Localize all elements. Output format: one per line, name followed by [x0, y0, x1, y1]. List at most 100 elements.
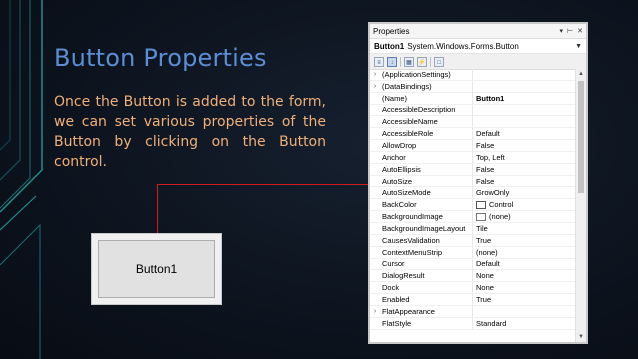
property-value[interactable]: GrowOnly	[473, 188, 576, 197]
property-row[interactable]: ContextMenuStrip (none)	[370, 246, 576, 259]
property-value-text: None	[476, 271, 494, 281]
property-value-text: GrowOnly	[476, 188, 510, 198]
toolbar-divider	[400, 56, 401, 67]
property-name: (DataBindings)	[380, 80, 473, 92]
property-value-text: Default	[476, 259, 500, 269]
property-value[interactable]: False	[473, 177, 576, 186]
slide-body-text: Once the Button is added to the form, we…	[54, 94, 326, 170]
events-icon[interactable]: ⚡	[417, 56, 427, 67]
property-value[interactable]: None	[473, 283, 576, 292]
property-value-text: Control	[489, 200, 514, 210]
property-row[interactable]: › (DataBindings)	[370, 80, 576, 93]
scrollbar[interactable]: ▲ ▼	[575, 69, 586, 342]
close-icon[interactable]: ✕	[577, 27, 583, 35]
object-selector[interactable]: Button1 System.Windows.Forms.Button ▼	[370, 39, 586, 54]
properties-title-bar: Properties ▾ ⊢ ✕	[370, 24, 586, 39]
property-grid: › (ApplicationSettings) › (DataBindings) (Na…	[370, 69, 586, 342]
property-row[interactable]: CausesValidation True	[370, 234, 576, 247]
decorative-lines	[0, 0, 43, 359]
property-row[interactable]: › FlatAppearance	[370, 305, 576, 318]
property-name: Dock	[380, 282, 473, 294]
property-value[interactable]: Default	[473, 259, 576, 268]
property-row[interactable]: (Name) Button1	[370, 92, 576, 105]
property-row[interactable]: AccessibleRole Default	[370, 128, 576, 141]
property-name: BackgroundImageLayout	[380, 222, 473, 234]
property-row[interactable]: AllowDrop False	[370, 140, 576, 152]
property-name: DialogResult	[380, 270, 473, 282]
property-value[interactable]: False	[473, 141, 576, 150]
alphabetical-icon[interactable]: ↓	[387, 56, 397, 67]
property-value[interactable]: False	[473, 165, 576, 174]
categorized-icon[interactable]: ≡	[374, 56, 384, 67]
property-value[interactable]: Tile	[473, 224, 576, 233]
property-value[interactable]: None	[473, 271, 576, 280]
property-name: AutoSizeMode	[380, 187, 473, 199]
property-name: AllowDrop	[380, 140, 473, 151]
property-value-text: Tile	[476, 223, 488, 233]
expand-arrow-icon[interactable]: ›	[370, 71, 380, 78]
toolbar-divider	[430, 56, 431, 67]
property-name: (Name)	[380, 92, 473, 104]
property-value-text: None	[476, 283, 494, 293]
expand-arrow-icon[interactable]: ›	[370, 83, 380, 90]
property-row[interactable]: BackgroundImageLayout Tile	[370, 222, 576, 235]
property-row[interactable]: Cursor Default	[370, 258, 576, 271]
properties-toolbar: ≡ ↓ ▦ ⚡ □	[370, 54, 586, 70]
property-name: Anchor	[380, 151, 473, 163]
property-row[interactable]: › (ApplicationSettings)	[370, 69, 576, 81]
scroll-thumb[interactable]	[578, 81, 584, 193]
property-row[interactable]: Dock None	[370, 282, 576, 295]
property-row[interactable]: Anchor Top, Left	[370, 151, 576, 164]
property-row[interactable]: FlatStyle Standard	[370, 317, 576, 330]
pin-icon[interactable]: ▾	[560, 27, 564, 35]
image-swatch-icon	[476, 212, 486, 221]
chevron-down-icon[interactable]: ▼	[575, 43, 582, 50]
property-value[interactable]: Control	[473, 200, 576, 209]
scroll-down-icon[interactable]: ▼	[576, 332, 586, 342]
property-value[interactable]: Top, Left	[473, 153, 576, 162]
property-value-text: Standard	[476, 318, 507, 328]
property-name: AccessibleName	[380, 116, 473, 128]
button1-control[interactable]: Button1	[98, 240, 215, 298]
property-row[interactable]: AutoEllipsis False	[370, 163, 576, 176]
property-name: AutoEllipsis	[380, 163, 473, 175]
connector-line-vertical	[157, 184, 158, 234]
scroll-up-icon[interactable]: ▲	[576, 69, 586, 79]
property-name: CausesValidation	[380, 234, 473, 246]
property-row[interactable]: AutoSizeMode GrowOnly	[370, 187, 576, 200]
property-value-text: True	[476, 294, 492, 304]
property-value-text: (none)	[476, 247, 498, 257]
property-row[interactable]: AccessibleDescription	[370, 104, 576, 117]
button-preview-form: Button1	[91, 233, 222, 305]
property-name: AutoSize	[380, 175, 473, 187]
property-name: AccessibleDescription	[380, 104, 473, 116]
property-value[interactable]: Button1	[473, 94, 576, 103]
properties-window: Properties ▾ ⊢ ✕ Button1 System.Windows.…	[368, 22, 588, 344]
property-name: FlatStyle	[380, 317, 473, 329]
dock-icon[interactable]: ⊢	[567, 27, 573, 35]
property-row[interactable]: BackColor Control	[370, 199, 576, 212]
property-value[interactable]: Standard	[473, 319, 576, 328]
property-value[interactable]: (none)	[473, 248, 576, 257]
expand-arrow-icon[interactable]: ›	[370, 308, 380, 315]
property-value[interactable]: True	[473, 236, 576, 245]
object-name: Button1	[374, 41, 405, 51]
property-value-text: False	[476, 176, 495, 186]
property-value[interactable]: (none)	[473, 212, 576, 221]
button1-label: Button1	[135, 262, 178, 276]
property-value-text: (none)	[489, 212, 511, 222]
property-value[interactable]: True	[473, 295, 576, 304]
property-row[interactable]: BackgroundImage (none)	[370, 211, 576, 223]
slide-title: Button Properties	[54, 44, 267, 72]
property-pages-icon[interactable]: □	[434, 56, 444, 67]
property-name: FlatAppearance	[380, 305, 473, 317]
property-value[interactable]: Default	[473, 129, 576, 138]
property-value-text: True	[476, 235, 492, 245]
property-row[interactable]: DialogResult None	[370, 270, 576, 283]
properties-icon[interactable]: ▦	[404, 56, 414, 67]
property-name: ContextMenuStrip	[380, 246, 473, 258]
property-row[interactable]: AccessibleName	[370, 116, 576, 129]
property-value-text: Top, Left	[476, 152, 505, 162]
property-row[interactable]: Enabled True	[370, 294, 576, 306]
property-row[interactable]: AutoSize False	[370, 175, 576, 188]
